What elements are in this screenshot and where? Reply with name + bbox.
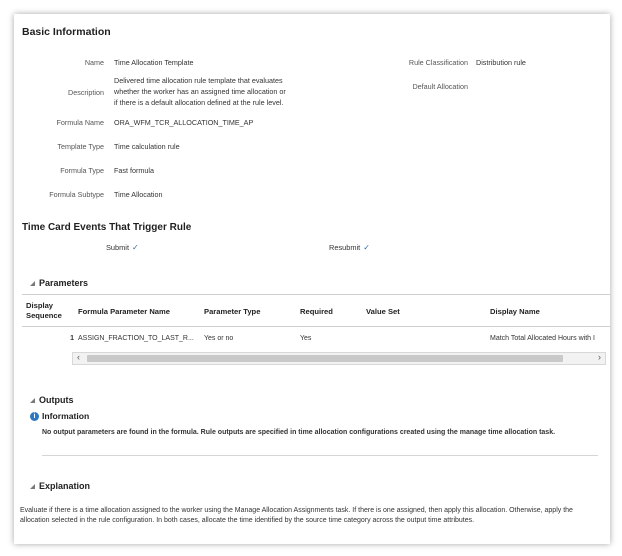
- rule-classification-value: Distribution rule: [476, 58, 526, 67]
- information-box-header: i Information: [30, 411, 89, 421]
- submit-event: Submit ✓: [106, 243, 139, 252]
- col-display-sequence-line-1: Display: [26, 301, 54, 310]
- col-formula-parameter-name: Formula Parameter Name: [78, 307, 171, 316]
- resubmit-check-icon: ✓: [363, 243, 370, 252]
- formula-name-value: ORA_WFM_TCR_ALLOCATION_TIME_AP: [114, 118, 254, 127]
- formula-subtype-label: Formula Subtype: [49, 190, 104, 199]
- col-required: Required: [300, 307, 333, 316]
- col-display-sequence: Display Sequence: [26, 301, 62, 321]
- resubmit-event: Resubmit ✓: [329, 243, 370, 252]
- col-display-name: Display Name: [490, 307, 540, 316]
- resubmit-label: Resubmit: [329, 243, 361, 252]
- information-heading: Information: [42, 411, 90, 421]
- col-parameter-type: Parameter Type: [204, 307, 261, 316]
- formula-type-value: Fast formula: [114, 166, 154, 175]
- submit-check-icon: ✓: [132, 243, 139, 252]
- description-label: Description: [68, 88, 104, 97]
- row-seq: 1: [70, 335, 74, 342]
- collapse-triangle-icon[interactable]: [30, 280, 35, 286]
- row-param-type: Yes or no: [204, 335, 234, 342]
- default-allocation-label: Default Allocation: [412, 82, 468, 91]
- description-line-1: Delivered time allocation rule template …: [114, 76, 283, 85]
- submit-label: Submit: [106, 243, 130, 252]
- outputs-header[interactable]: Outputs: [30, 395, 74, 405]
- col-value-set: Value Set: [366, 307, 400, 316]
- scroll-thumb[interactable]: [87, 355, 563, 362]
- page-frame: Basic Information Name Time Allocation T…: [14, 14, 610, 544]
- table-row[interactable]: 1 ASSIGN_FRACTION_TO_LAST_R... Yes or no…: [22, 327, 610, 351]
- time-card-events-heading: Time Card Events That Trigger Rule: [22, 222, 192, 233]
- formula-name-label: Formula Name: [56, 118, 104, 127]
- basic-information-heading: Basic Information: [22, 26, 111, 38]
- row-param-name: ASSIGN_FRACTION_TO_LAST_R...: [78, 335, 194, 342]
- horizontal-scrollbar[interactable]: ‹ ›: [72, 352, 606, 365]
- table-top-border: [22, 294, 610, 295]
- parameters-heading: Parameters: [39, 278, 89, 288]
- col-display-sequence-line-2: Sequence: [26, 311, 62, 320]
- outputs-message: No output parameters are found in the fo…: [42, 429, 556, 436]
- template-type-label: Template Type: [57, 142, 104, 151]
- explanation-header[interactable]: Explanation: [30, 481, 90, 491]
- scroll-right-icon[interactable]: ›: [598, 352, 601, 362]
- row-required: Yes: [300, 335, 312, 342]
- rule-classification-label: Rule Classification: [408, 58, 468, 67]
- description-line-2: whether the worker has an assigned time …: [114, 87, 286, 96]
- formula-subtype-value: Time Allocation: [114, 190, 163, 199]
- info-icon: i: [30, 411, 39, 421]
- collapse-triangle-icon[interactable]: [30, 483, 35, 489]
- name-value: Time Allocation Template: [114, 58, 194, 67]
- outputs-heading: Outputs: [39, 395, 74, 405]
- outputs-divider: [42, 455, 598, 456]
- scroll-left-icon[interactable]: ‹: [77, 352, 80, 362]
- parameters-header[interactable]: Parameters: [30, 278, 88, 288]
- template-type-value: Time calculation rule: [114, 142, 180, 151]
- description-line-3: if there is a default allocation defined…: [114, 98, 284, 107]
- explanation-heading: Explanation: [39, 481, 91, 491]
- formula-type-label: Formula Type: [60, 166, 104, 175]
- explanation-text: Evaluate if there is a time allocation a…: [20, 507, 573, 524]
- row-display-name: Match Total Allocated Hours with I: [490, 335, 595, 342]
- collapse-triangle-icon[interactable]: [30, 397, 35, 403]
- name-label: Name: [84, 58, 104, 67]
